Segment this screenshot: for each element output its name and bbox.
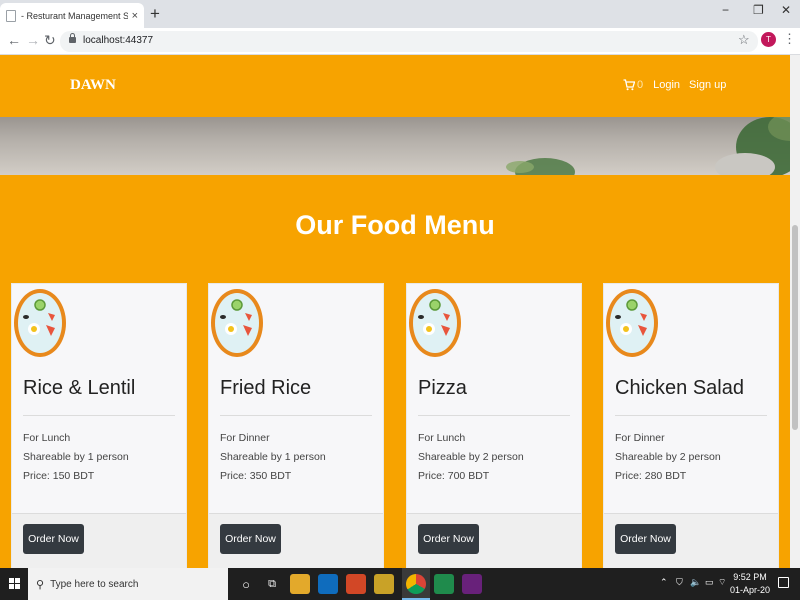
cortana-icon[interactable]: ○	[236, 574, 256, 594]
forward-icon[interactable]: →	[26, 32, 40, 48]
taskbar-search-input[interactable]: ⚲ Type here to search	[28, 568, 228, 600]
file-explorer-icon[interactable]	[290, 574, 310, 594]
shareable-info: Shareable by 1 person	[220, 451, 326, 463]
scrollbar-thumb[interactable]	[792, 225, 798, 430]
food-name: Fried Rice	[220, 377, 312, 399]
show-hidden-icons-icon[interactable]: ⌃	[660, 577, 668, 588]
lock-icon	[69, 33, 76, 45]
tab-title: - Resturant Management System	[21, 10, 128, 21]
paint-icon[interactable]	[346, 574, 366, 594]
divider	[23, 415, 175, 416]
meal-time: For Dinner	[220, 432, 270, 444]
card-footer: Order Now	[604, 513, 778, 568]
browser-tab[interactable]: - Resturant Management System ×	[0, 3, 144, 28]
price: Price: 700 BDT	[418, 470, 490, 482]
order-now-button[interactable]: Order Now	[418, 524, 479, 554]
minimize-button[interactable]: −	[722, 3, 729, 17]
price: Price: 150 BDT	[23, 470, 95, 482]
close-window-button[interactable]: ✕	[781, 3, 791, 17]
windows-logo-icon	[9, 578, 20, 589]
food-name: Rice & Lentil	[23, 377, 136, 399]
food-name: Chicken Salad	[615, 377, 744, 399]
clock-time: 9:52 PM	[733, 572, 767, 582]
food-plate-image	[606, 289, 658, 357]
shareable-info: Shareable by 2 person	[615, 451, 721, 463]
menu-section-title: Our Food Menu	[295, 210, 495, 240]
meal-time: For Dinner	[615, 432, 665, 444]
clock-date: 01-Apr-20	[729, 585, 771, 595]
cart-icon[interactable]	[623, 79, 635, 91]
order-now-button[interactable]: Order Now	[615, 524, 676, 554]
store-icon[interactable]	[318, 574, 338, 594]
shareable-info: Shareable by 2 person	[418, 451, 524, 463]
page-scrollbar[interactable]	[790, 55, 800, 568]
network-icon[interactable]: ⌔	[718, 577, 726, 588]
order-now-button[interactable]: Order Now	[23, 524, 84, 554]
signup-link[interactable]: Sign up	[689, 79, 726, 91]
menu-card: Rice & Lentil For Lunch Shareable by 1 p…	[11, 283, 187, 568]
windows-taskbar: ⚲ Type here to search ○ ⧉ ⌃ ⛉ 🔈 ▭ ⌔ 9:52…	[0, 568, 800, 600]
app-icon[interactable]	[374, 574, 394, 594]
url-text[interactable]: localhost:44377	[83, 35, 153, 46]
cart-count[interactable]: 0	[637, 79, 643, 91]
menu-card: Chicken Salad For Dinner Shareable by 2 …	[603, 283, 779, 568]
restore-button[interactable]: ❐	[753, 3, 764, 17]
nav-links: 0 Login Sign up	[623, 79, 735, 91]
visual-studio-icon[interactable]	[462, 574, 482, 594]
bookmark-star-icon[interactable]: ☆	[738, 32, 750, 48]
browser-tab-strip: - Resturant Management System × + − ❐ ✕	[0, 0, 800, 28]
login-link[interactable]: Login	[653, 79, 680, 91]
search-icon: ⚲	[36, 578, 45, 591]
back-icon[interactable]: ←	[7, 32, 21, 48]
start-button[interactable]	[0, 568, 28, 600]
food-plate-image	[211, 289, 263, 357]
divider	[615, 415, 767, 416]
card-footer: Order Now	[12, 513, 186, 568]
browser-toolbar: ← → ↻ localhost:44377	[0, 28, 800, 55]
divider	[418, 415, 570, 416]
search-placeholder: Type here to search	[50, 578, 139, 590]
tab-close-icon[interactable]: ×	[132, 10, 138, 22]
site-navbar: DAWN 0 Login Sign up	[0, 55, 790, 117]
system-clock[interactable]: 9:52 PM 01-Apr-20	[728, 571, 772, 597]
divider	[220, 415, 372, 416]
volume-icon[interactable]: 🔈	[690, 577, 701, 588]
food-plate-image	[14, 289, 66, 357]
hero-image	[0, 117, 790, 175]
card-footer: Order Now	[407, 513, 581, 568]
chrome-icon[interactable]	[406, 574, 426, 594]
shareable-info: Shareable by 1 person	[23, 451, 129, 463]
food-name: Pizza	[418, 377, 467, 399]
order-now-button[interactable]: Order Now	[220, 524, 281, 554]
meal-time: For Lunch	[418, 432, 466, 444]
battery-icon[interactable]: ▭	[705, 577, 714, 588]
price: Price: 350 BDT	[220, 470, 292, 482]
git-icon[interactable]	[434, 574, 454, 594]
browser-menu-icon[interactable]: ⋮	[783, 31, 796, 47]
reload-icon[interactable]: ↻	[44, 32, 56, 49]
price: Price: 280 BDT	[615, 470, 687, 482]
action-center-icon[interactable]	[778, 577, 789, 588]
card-footer: Order Now	[209, 513, 383, 568]
menu-card: Pizza For Lunch Shareable by 2 person Pr…	[406, 283, 582, 568]
meal-time: For Lunch	[23, 432, 71, 444]
task-view-icon[interactable]: ⧉	[262, 574, 282, 594]
food-plate-image	[409, 289, 461, 357]
menu-card: Fried Rice For Dinner Shareable by 1 per…	[208, 283, 384, 568]
site-brand[interactable]: DAWN	[70, 77, 116, 94]
page-favicon-icon	[6, 9, 16, 22]
web-page: DAWN 0 Login Sign up Our Food Menu Rice …	[0, 55, 790, 568]
new-tab-button[interactable]: +	[150, 4, 160, 24]
defender-icon[interactable]: ⛉	[676, 577, 683, 588]
profile-avatar[interactable]: T	[761, 32, 776, 47]
address-bar[interactable]: localhost:44377	[60, 31, 758, 52]
